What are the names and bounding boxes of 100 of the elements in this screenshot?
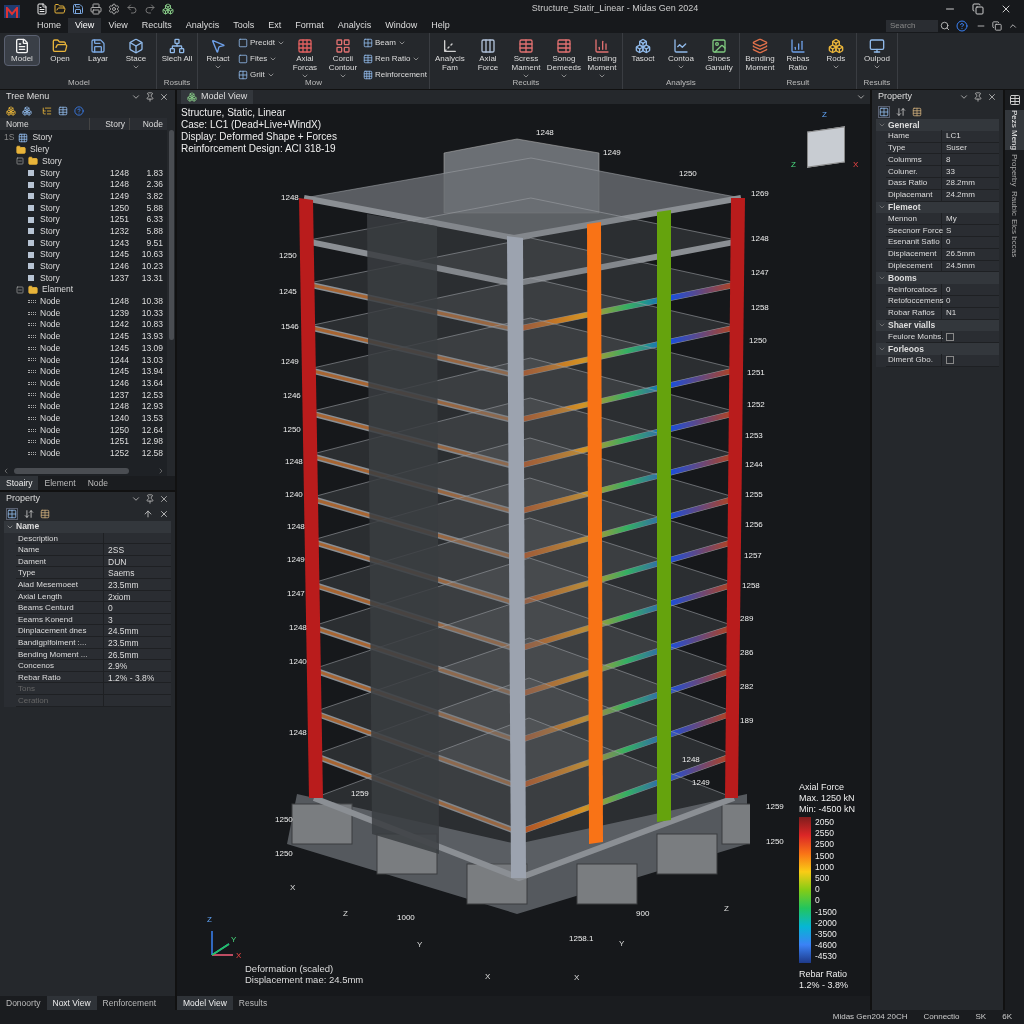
settings-icon[interactable] xyxy=(108,3,120,15)
menu-tab[interactable]: Ext xyxy=(261,18,289,33)
view-tab[interactable]: Model View xyxy=(181,90,254,104)
panel-tab[interactable]: Noxt View xyxy=(46,996,97,1010)
tree-row[interactable]: Node 1244 13.03 xyxy=(0,354,167,366)
property-value[interactable]: 1.2% - 3.8% xyxy=(104,671,155,683)
tree-row[interactable]: Node 1252 12.58 xyxy=(0,447,167,460)
ribbon-small-button[interactable]: Reinforcement xyxy=(362,69,427,81)
panel-tab[interactable]: Results xyxy=(232,996,274,1010)
ribbon-button[interactable]: Model xyxy=(4,35,40,66)
side-tab[interactable]: Elcs bccas xyxy=(1005,219,1024,258)
property-value[interactable]: 3 xyxy=(104,613,113,625)
search-field[interactable]: Search xyxy=(886,19,938,32)
scroll-left-icon[interactable] xyxy=(2,467,10,475)
tree-row[interactable]: Story 1248 2.36 xyxy=(0,178,167,191)
panel-tab[interactable]: Donoorty xyxy=(0,996,47,1010)
ribbon-button[interactable]: Corcii Contour xyxy=(324,35,361,83)
close-icon[interactable] xyxy=(1000,3,1012,15)
tree-row[interactable]: Node 1248 12.93 xyxy=(0,400,167,413)
collapse-toggle-icon[interactable] xyxy=(16,285,24,294)
tree-row[interactable]: Story 1243 9.51 xyxy=(0,237,167,249)
boxes-icon[interactable] xyxy=(162,3,174,15)
restore-icon[interactable] xyxy=(992,20,1002,31)
ribbon-small-button[interactable]: Fites xyxy=(238,53,285,65)
side-tab[interactable]: Raubic xyxy=(1005,190,1024,216)
property-value[interactable]: 8 xyxy=(942,153,951,166)
panel-tab[interactable]: Stoairy xyxy=(0,476,39,490)
tree-row[interactable]: Node 1240 13.53 xyxy=(0,412,167,425)
tree-row[interactable]: Story 1250 5.88 xyxy=(0,202,167,214)
property-value[interactable]: 23.5mm xyxy=(104,636,139,648)
tree-row[interactable]: Node 1242 10.83 xyxy=(0,319,167,331)
ribbon-button[interactable]: Oulpod xyxy=(858,35,895,74)
tree-row[interactable]: Node 1248 10.38 xyxy=(0,295,167,308)
ribbon-button[interactable]: Axial Force xyxy=(469,35,506,75)
property-value[interactable]: 28.2mm xyxy=(942,177,975,190)
checkbox[interactable] xyxy=(946,332,954,341)
menu-tab[interactable]: View xyxy=(101,18,135,33)
property-value[interactable]: 24.2mm xyxy=(942,189,975,202)
property-value[interactable]: DUN xyxy=(104,555,127,567)
menu-tab[interactable]: Home xyxy=(30,18,68,33)
dropdown-icon[interactable] xyxy=(131,494,141,504)
vertical-scrollbar[interactable] xyxy=(167,118,175,476)
ribbon-small-button[interactable]: Ren Ratio xyxy=(362,53,427,65)
menu-tab[interactable]: Recults xyxy=(134,18,179,33)
close-icon[interactable] xyxy=(987,92,997,102)
pin-icon[interactable] xyxy=(145,494,155,504)
property-value[interactable]: S xyxy=(942,224,952,237)
property-value[interactable]: Saems xyxy=(104,567,135,578)
checkbox[interactable] xyxy=(946,356,954,365)
dropdown-icon[interactable] xyxy=(131,92,141,102)
close-icon[interactable] xyxy=(159,92,169,102)
property-value[interactable]: My xyxy=(942,212,957,225)
up-arrow-icon[interactable] xyxy=(143,508,153,519)
ribbon-button[interactable]: Bending Moment xyxy=(583,35,620,83)
tree-row[interactable]: Story 1248 1.83 xyxy=(0,167,167,179)
ribbon-button[interactable]: Open xyxy=(42,35,78,66)
ribbon-button[interactable]: Rebas Ratio xyxy=(779,35,816,75)
ribbon-button[interactable]: Bending Moment xyxy=(741,35,778,75)
panel-tab[interactable]: Model View xyxy=(177,996,233,1010)
ribbon-button[interactable]: Analycis Fam xyxy=(431,35,468,75)
table-icon[interactable] xyxy=(58,106,68,116)
ribbon-button[interactable]: Contoa xyxy=(662,35,699,74)
collapse-toggle-icon[interactable] xyxy=(16,157,24,166)
model-viewport[interactable] xyxy=(177,104,870,996)
pin-icon[interactable] xyxy=(145,92,155,102)
property-value[interactable]: LC1 xyxy=(942,130,961,143)
property-value[interactable]: 2SS xyxy=(104,544,125,555)
ribbon-button[interactable]: Layar xyxy=(80,35,116,66)
help-icon[interactable] xyxy=(956,19,968,32)
side-tab[interactable]: Pezs Meng xyxy=(1005,110,1024,151)
tree-row[interactable]: Elament xyxy=(0,283,167,296)
save-icon[interactable] xyxy=(72,3,84,15)
panel-tab[interactable]: Renforcement xyxy=(96,996,162,1010)
tree-row[interactable]: Node 1245 13.09 xyxy=(0,342,167,355)
tree-row[interactable]: Slery xyxy=(0,143,167,156)
tree-row[interactable]: Node 1239 10.33 xyxy=(0,307,167,319)
property-value[interactable]: Suser xyxy=(942,142,967,154)
menu-tab[interactable]: Analycis xyxy=(178,18,227,33)
boxes-icon[interactable] xyxy=(6,106,16,116)
property-value[interactable]: 0 xyxy=(942,283,951,296)
property-value[interactable]: N1 xyxy=(942,307,957,320)
panel-tab[interactable]: Node xyxy=(81,476,114,490)
boxes-icon[interactable] xyxy=(22,106,32,116)
tree-row[interactable]: Story xyxy=(0,155,167,168)
property-value[interactable]: 0 xyxy=(942,236,951,249)
tree-row[interactable]: 1S Story xyxy=(0,132,167,144)
property-value[interactable]: 2xiom xyxy=(104,590,131,602)
ribbon-button[interactable]: Shoes Ganuity xyxy=(700,35,737,75)
table-icon[interactable] xyxy=(1008,94,1021,106)
sort-icon[interactable] xyxy=(896,106,906,117)
ribbon-button[interactable]: Rods xyxy=(817,35,854,74)
tree-row[interactable]: Node 1251 12.98 xyxy=(0,435,167,448)
tree-row[interactable]: Story 1245 10.63 xyxy=(0,248,167,261)
printer-icon[interactable] xyxy=(90,3,102,15)
dropdown-icon[interactable] xyxy=(959,92,969,102)
group-header[interactable]: Name xyxy=(16,520,40,534)
tree-row[interactable]: Story 1249 3.82 xyxy=(0,190,167,203)
menu-tab[interactable]: Analycis xyxy=(330,18,379,33)
ribbon-small-button[interactable]: Precidt xyxy=(238,37,285,49)
tree-row[interactable]: Story 1251 6.33 xyxy=(0,213,167,226)
